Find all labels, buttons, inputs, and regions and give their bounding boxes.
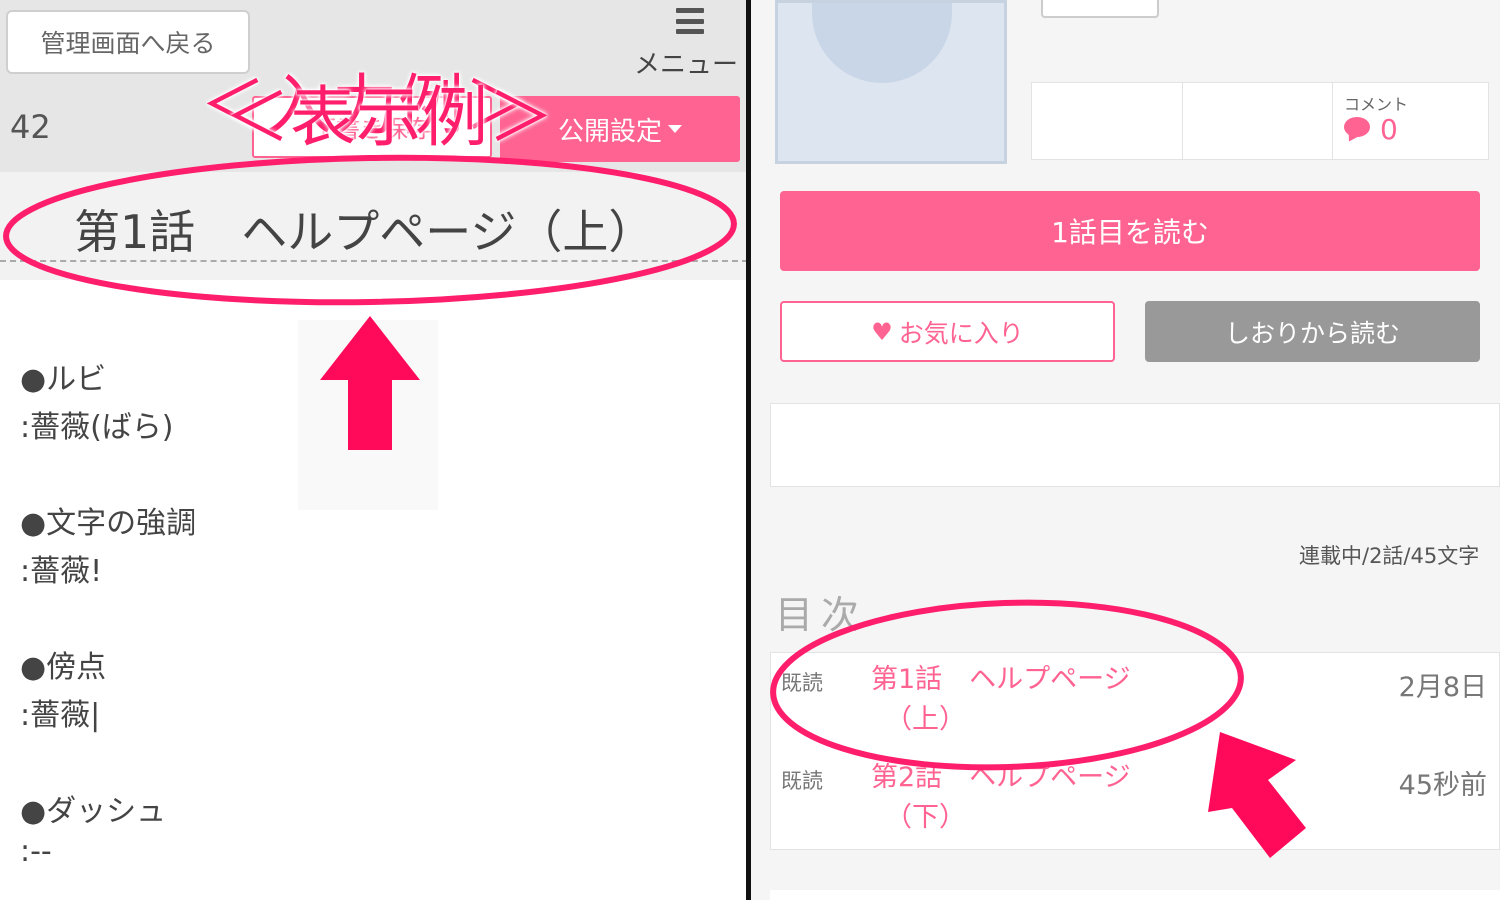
genre-tag-button[interactable] — [1041, 0, 1159, 18]
hamburger-menu-icon[interactable] — [676, 8, 704, 34]
read-first-episode-button[interactable]: 1話目を読む — [780, 191, 1480, 271]
work-status: 連載中/2話/45文字 — [1299, 544, 1480, 568]
stats-box: コメント 0 — [1031, 82, 1489, 160]
toc-heading: 目次 — [775, 593, 868, 637]
body-line-emphasis-heading[interactable]: ●文字の強調 — [20, 498, 196, 542]
favorite-button[interactable]: ♥ お気に入り — [780, 301, 1115, 362]
cover-image[interactable] — [775, 0, 1007, 164]
read-badge: 既読 — [781, 671, 823, 695]
reader-panel: コメント 0 1話目を読む ♥ お気に入り しおりから読む 連載中/2話/45文字… — [751, 0, 1500, 900]
comment-label: コメント — [1344, 95, 1409, 114]
toc-item-title-line2[interactable]: （下） — [885, 799, 966, 837]
stat-separator — [1182, 83, 1183, 159]
body-line-emphasis-example[interactable]: :薔薇! — [20, 546, 102, 590]
stat-separator — [1332, 83, 1333, 159]
cover-ornament — [812, 3, 952, 83]
toc-item-title-line2[interactable]: （上） — [885, 701, 966, 739]
display-example-label: ＜表示例＞ — [224, 79, 554, 156]
caret-down-icon — [668, 125, 682, 133]
read-from-bookmark-button[interactable]: しおりから読む — [1145, 301, 1480, 362]
bottom-card — [770, 890, 1500, 900]
toc-item-date: 45秒前 — [1398, 770, 1487, 801]
menu-label[interactable]: メニュー — [634, 44, 738, 81]
favorite-label: お気に入り — [898, 318, 1024, 348]
comment-bubble-icon — [1344, 117, 1370, 137]
toc-item-date: 2月8日 — [1398, 672, 1487, 703]
body-line-dash-example[interactable]: :-- — [20, 834, 52, 869]
comment-count[interactable]: 0 — [1380, 113, 1398, 146]
toc-list: 既読 第1話 ヘルプページ （上） 2月8日 既読 第2話 ヘルプページ （下）… — [770, 652, 1500, 850]
toc-item-title-line1[interactable]: 第1話 ヘルプページ — [871, 661, 1131, 699]
heart-icon: ♥ — [871, 317, 893, 346]
faded-image — [298, 320, 438, 510]
body-line-dash-heading[interactable]: ●ダッシュ — [20, 786, 166, 830]
body-line-ruby-heading[interactable]: ●ルビ — [20, 354, 106, 398]
body-line-dots-heading[interactable]: ●傍点 — [20, 642, 106, 686]
episode-title-input[interactable]: 第1話 ヘルプページ（上） — [74, 196, 654, 262]
read-badge: 既読 — [781, 769, 823, 793]
publish-settings-label: 公開設定 — [557, 116, 662, 147]
character-count: 42 — [10, 108, 51, 146]
body-line-dots-example[interactable]: :薔薇| — [20, 690, 100, 734]
description-box — [770, 403, 1500, 487]
toc-item-title-line1[interactable]: 第2話 ヘルプページ — [871, 759, 1131, 797]
body-line-ruby-example[interactable]: :薔薇(ばら) — [20, 402, 174, 446]
title-divider — [0, 260, 748, 262]
